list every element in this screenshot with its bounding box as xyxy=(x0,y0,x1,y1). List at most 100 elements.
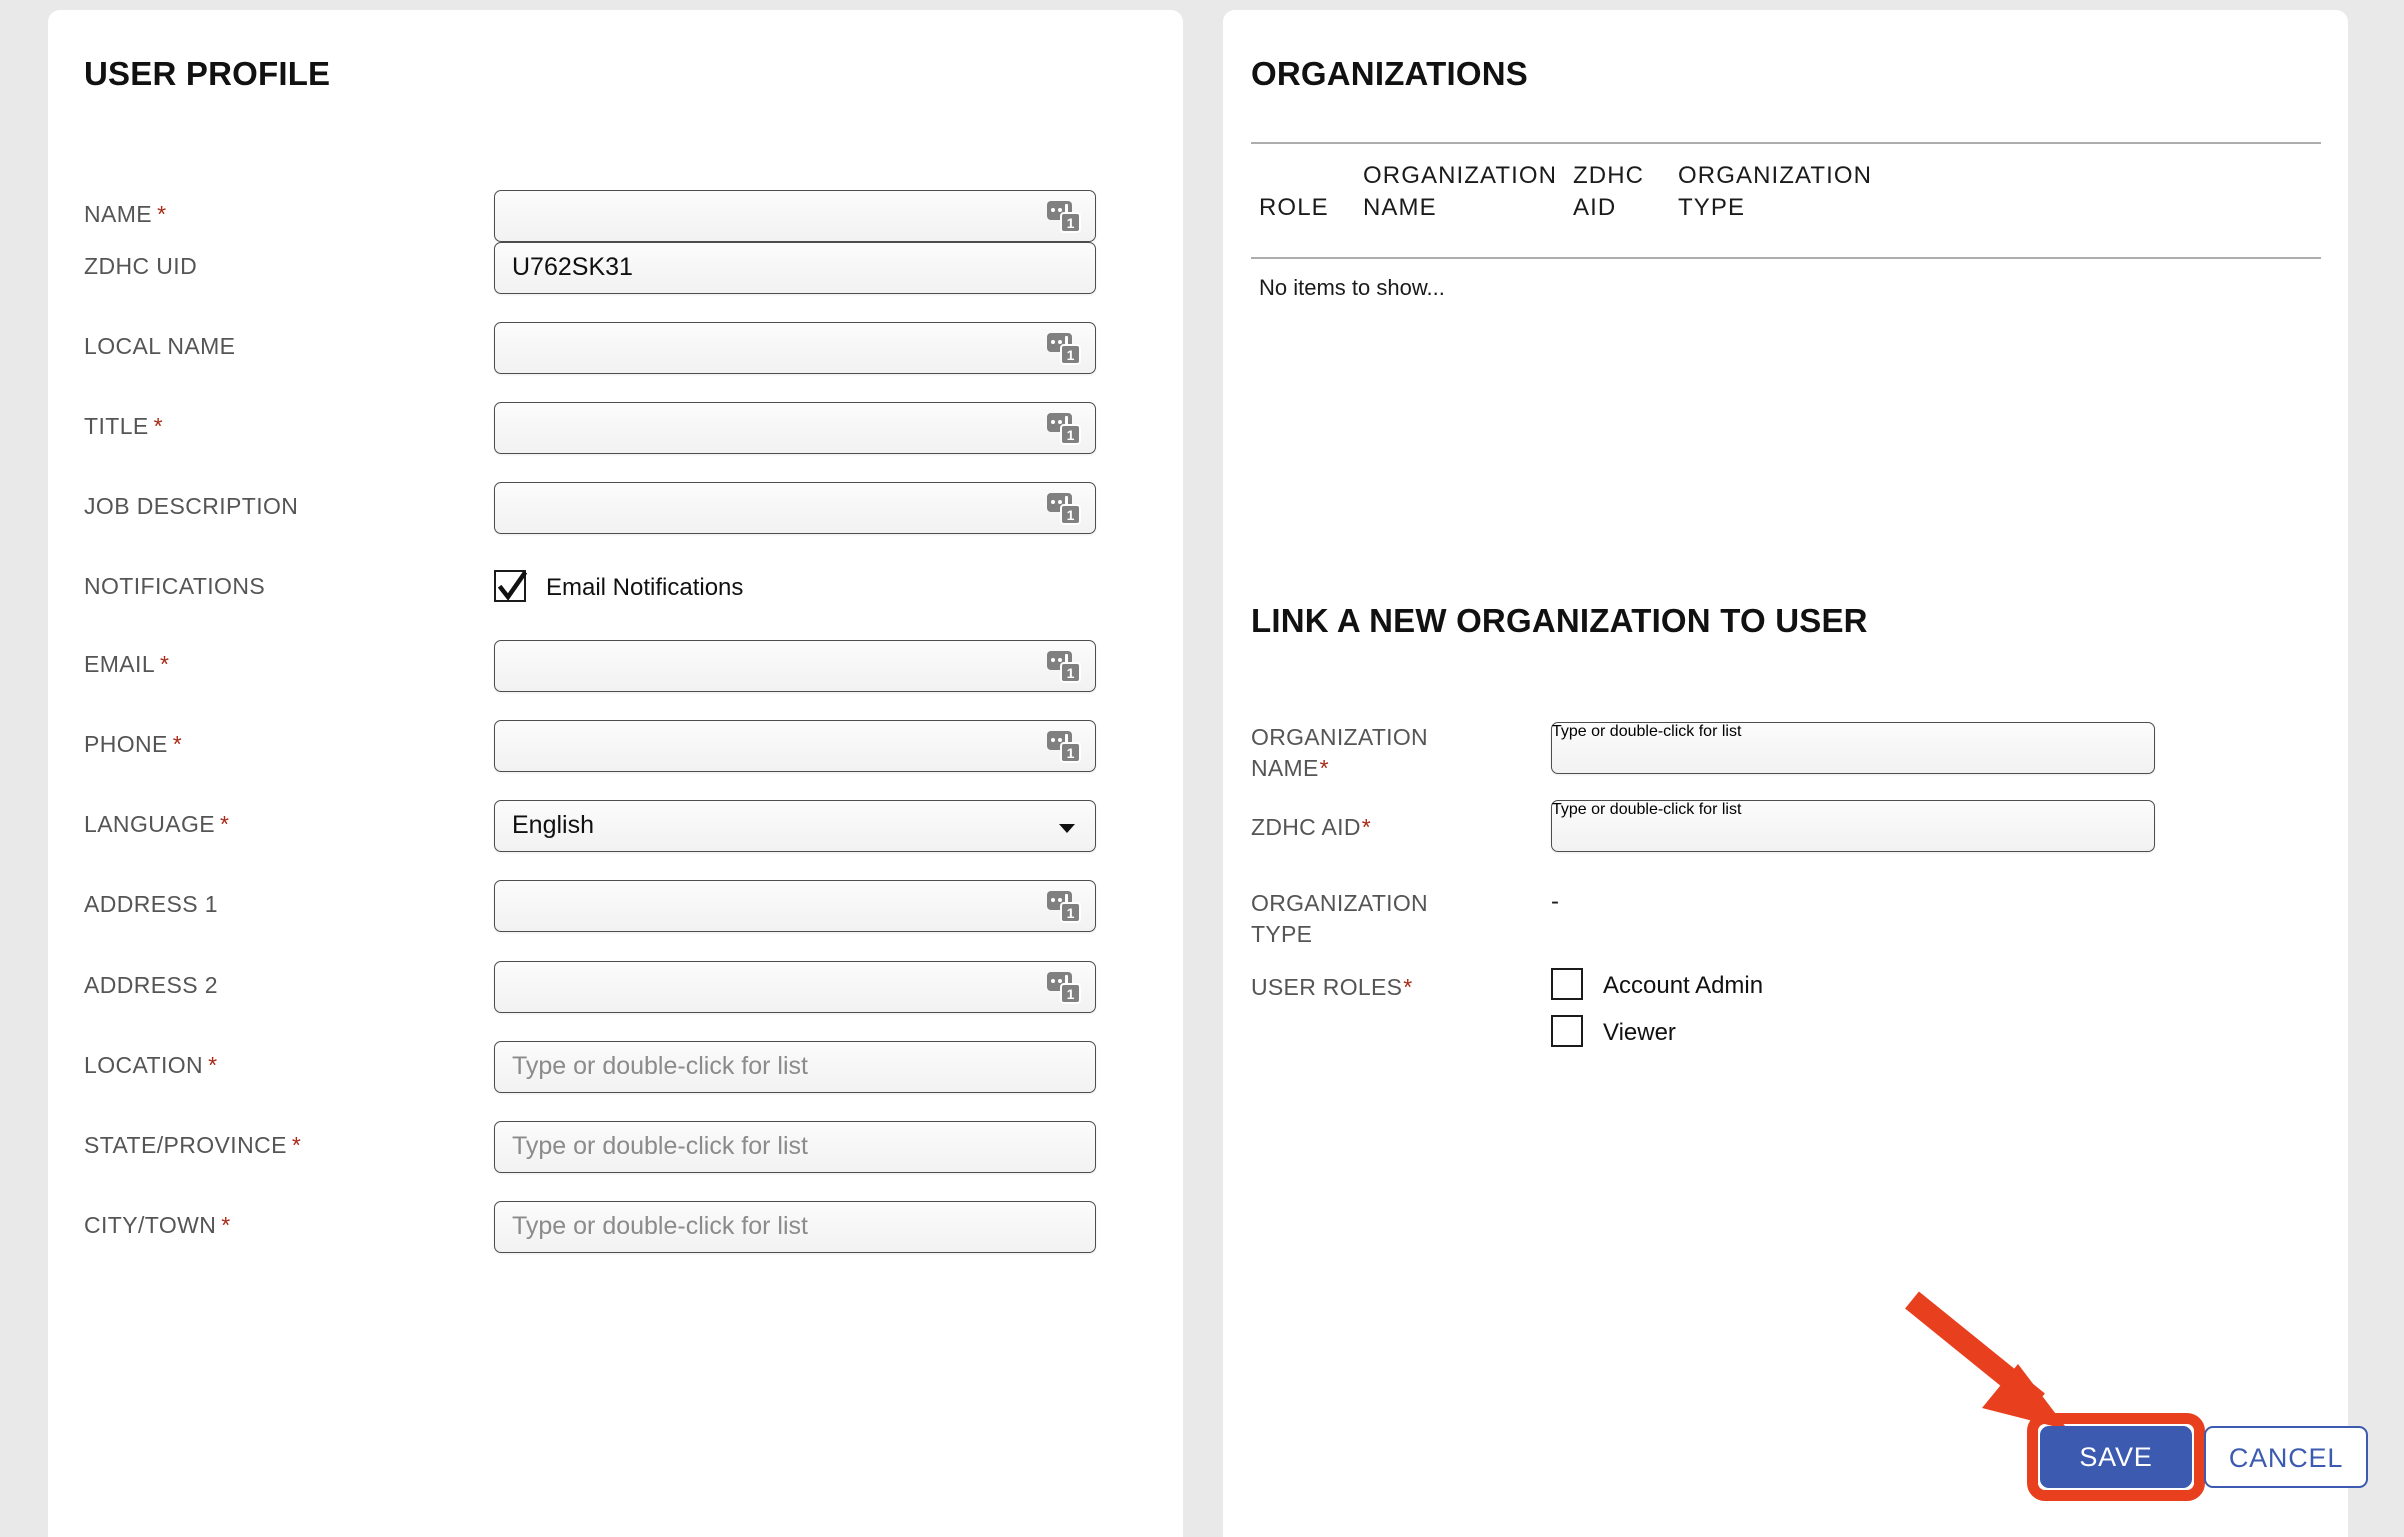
translation-badge-icon[interactable]: 1 xyxy=(1047,731,1081,763)
form-row-phone: PHONE * 1 xyxy=(84,720,1144,772)
required-asterisk: * xyxy=(1319,755,1329,781)
label-job-description: JOB DESCRIPTION xyxy=(84,493,299,519)
title-input[interactable]: 1 xyxy=(494,402,1096,454)
form-row-zdhc-uid: ZDHC UID U762SK31 xyxy=(84,242,1144,294)
form-row-language: LANGUAGE * English xyxy=(84,800,1144,852)
zdhc-uid-input-value: U762SK31 xyxy=(512,253,633,281)
translation-badge-icon[interactable]: 1 xyxy=(1047,493,1081,525)
form-row-email: EMAIL * 1 xyxy=(84,640,1144,692)
organizations-panel: ORGANIZATIONS ROLE ORGANIZATION NAME ZDH… xyxy=(1223,10,2348,1537)
form-row-link-organization-name: ORGANIZATION NAME* Type or double-click … xyxy=(1251,722,2321,802)
label-local-name: LOCAL NAME xyxy=(84,333,236,359)
translation-badge-icon[interactable]: 1 xyxy=(1047,333,1081,365)
zdhc-uid-input[interactable]: U762SK31 xyxy=(494,242,1096,294)
form-row-user-roles: USER ROLES* Account Admin Viewer xyxy=(1251,968,2321,1100)
translation-badge-count: 1 xyxy=(1060,742,1081,763)
language-select-value: English xyxy=(512,811,594,839)
link-organization-name-input[interactable]: Type or double-click for list xyxy=(1551,722,2155,774)
account-admin-checkbox[interactable] xyxy=(1551,968,1583,1000)
link-organization-title: LINK A NEW ORGANIZATION TO USER xyxy=(1251,602,1868,639)
translation-badge-icon[interactable]: 1 xyxy=(1047,413,1081,445)
page-title: USER PROFILE xyxy=(84,55,331,92)
translation-badge-icon[interactable]: 1 xyxy=(1047,972,1081,1004)
address-2-input[interactable]: 1 xyxy=(494,961,1096,1013)
form-row-link-zdhc-aid: ZDHC AID* Type or double-click for list xyxy=(1251,800,2321,860)
column-header-role: ROLE xyxy=(1259,194,1329,221)
label-name: NAME * xyxy=(84,201,167,227)
form-row-local-name: LOCAL NAME 1 xyxy=(84,322,1144,374)
label-location: LOCATION * xyxy=(84,1052,218,1078)
cancel-button[interactable]: CANCEL xyxy=(2204,1426,2368,1488)
form-row-title: TITLE * 1 xyxy=(84,402,1144,454)
required-asterisk: * xyxy=(160,651,170,677)
label-phone: PHONE * xyxy=(84,731,183,757)
local-name-input[interactable]: 1 xyxy=(494,322,1096,374)
label-zdhc-uid: ZDHC UID xyxy=(84,253,198,279)
chevron-down-icon xyxy=(1059,824,1075,833)
translation-badge-count: 1 xyxy=(1060,902,1081,923)
form-row-city-town: CITY/TOWN * Type or double-click for list xyxy=(84,1201,1144,1253)
table-top-divider xyxy=(1251,142,2321,144)
translation-badge-count: 1 xyxy=(1060,344,1081,365)
link-organization-type-value: - xyxy=(1551,888,1559,915)
column-header-zdhc-aid: ZDHC AID xyxy=(1573,162,1645,221)
viewer-checkbox[interactable] xyxy=(1551,1015,1583,1047)
address-1-input[interactable]: 1 xyxy=(494,880,1096,932)
form-row-address-2: ADDRESS 2 1 xyxy=(84,961,1144,1013)
label-address-1: ADDRESS 1 xyxy=(84,891,218,917)
translation-badge-icon[interactable]: 1 xyxy=(1047,891,1081,923)
form-row-address-1: ADDRESS 1 1 xyxy=(84,880,1144,932)
required-asterisk: * xyxy=(291,1132,302,1158)
label-city-town: CITY/TOWN * xyxy=(84,1212,231,1238)
phone-input[interactable]: 1 xyxy=(494,720,1096,772)
required-asterisk: * xyxy=(1361,814,1372,840)
email-input[interactable]: 1 xyxy=(494,640,1096,692)
table-bottom-divider xyxy=(1251,257,2321,259)
form-row-location: LOCATION * Type or double-click for list xyxy=(84,1041,1144,1093)
location-input[interactable]: Type or double-click for list xyxy=(494,1041,1096,1093)
translation-badge-count: 1 xyxy=(1060,662,1081,683)
label-link-zdhc-aid: ZDHC AID* xyxy=(1251,814,1372,840)
label-language: LANGUAGE * xyxy=(84,811,230,837)
email-notifications-checkbox[interactable] xyxy=(494,570,528,602)
state-province-input[interactable]: Type or double-click for list xyxy=(494,1121,1096,1173)
checkmark-icon xyxy=(497,570,528,601)
translation-badge-icon[interactable]: 1 xyxy=(1047,651,1081,683)
translation-badge-count: 1 xyxy=(1060,504,1081,525)
job-description-input[interactable]: 1 xyxy=(494,482,1096,534)
account-admin-label: Account Admin xyxy=(1603,972,1764,999)
label-title: TITLE * xyxy=(84,413,163,439)
label-address-2: ADDRESS 2 xyxy=(84,972,218,998)
name-input[interactable]: 1 xyxy=(494,190,1096,242)
label-notifications: NOTIFICATIONS xyxy=(84,573,266,599)
required-asterisk: * xyxy=(221,1212,231,1238)
save-button[interactable]: SAVE xyxy=(2040,1426,2192,1488)
required-asterisk: * xyxy=(208,1052,218,1078)
label-user-roles: USER ROLES* xyxy=(1251,974,1413,1000)
required-asterisk: * xyxy=(220,811,230,837)
organizations-title: ORGANIZATIONS xyxy=(1251,55,1528,92)
language-select[interactable]: English xyxy=(494,800,1096,852)
label-link-organization-name: ORGANIZATION NAME* xyxy=(1251,724,1428,781)
link-zdhc-aid-placeholder: Type or double-click for list xyxy=(1552,801,1742,818)
translation-badge-count: 1 xyxy=(1060,424,1081,445)
table-empty-message: No items to show... xyxy=(1259,275,1445,300)
translation-badge-icon[interactable]: 1 xyxy=(1047,201,1081,233)
link-organization-name-placeholder: Type or double-click for list xyxy=(1552,723,1742,740)
required-asterisk: * xyxy=(153,413,163,439)
required-asterisk: * xyxy=(1403,974,1413,1000)
page-root: USER PROFILE NAME * 1 ZDHC UID U762SK31 L… xyxy=(0,0,2404,1537)
user-profile-panel: USER PROFILE NAME * 1 ZDHC UID U762SK31 L… xyxy=(48,10,1183,1537)
label-email: EMAIL * xyxy=(84,651,170,677)
form-row-link-organization-type: ORGANIZATION TYPE - xyxy=(1251,888,2321,958)
column-header-organization-name: ORGANIZATION NAME xyxy=(1363,162,1558,221)
form-row-notifications: NOTIFICATIONS Email Notifications xyxy=(84,562,1144,614)
city-town-input[interactable]: Type or double-click for list xyxy=(494,1201,1096,1253)
state-province-input-placeholder: Type or double-click for list xyxy=(512,1132,808,1160)
email-notifications-label: Email Notifications xyxy=(546,574,744,601)
form-row-job-description: JOB DESCRIPTION 1 xyxy=(84,482,1144,534)
location-input-placeholder: Type or double-click for list xyxy=(512,1052,808,1080)
link-zdhc-aid-input[interactable]: Type or double-click for list xyxy=(1551,800,2155,852)
required-asterisk: * xyxy=(157,201,167,227)
label-link-organization-type: ORGANIZATION TYPE xyxy=(1251,890,1428,947)
